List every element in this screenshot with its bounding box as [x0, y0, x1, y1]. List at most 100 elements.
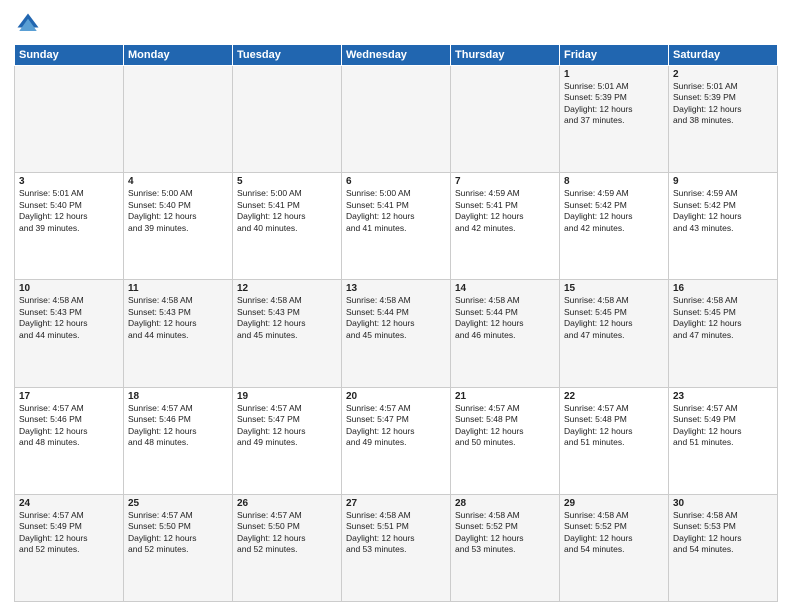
day-cell: 23Sunrise: 4:57 AM Sunset: 5:49 PM Dayli… [669, 387, 778, 494]
day-info: Sunrise: 4:58 AM Sunset: 5:51 PM Dayligh… [346, 510, 446, 556]
calendar-body: 1 Sunrise: 5:01 AM Sunset: 5:39 PM Daylig… [15, 66, 778, 602]
day-number: 14 [455, 283, 555, 294]
day-number: 1 [564, 69, 664, 80]
day-cell: 20Sunrise: 4:57 AM Sunset: 5:47 PM Dayli… [342, 387, 451, 494]
week-row-4: 17Sunrise: 4:57 AM Sunset: 5:46 PM Dayli… [15, 387, 778, 494]
day-cell: 16Sunrise: 4:58 AM Sunset: 5:45 PM Dayli… [669, 280, 778, 387]
day-info: Sunrise: 4:58 AM Sunset: 5:44 PM Dayligh… [346, 295, 446, 341]
week-row-3: 10Sunrise: 4:58 AM Sunset: 5:43 PM Dayli… [15, 280, 778, 387]
week-row-5: 24Sunrise: 4:57 AM Sunset: 5:49 PM Dayli… [15, 494, 778, 601]
day-number: 26 [237, 498, 337, 509]
day-info: Sunrise: 5:01 AM Sunset: 5:40 PM Dayligh… [19, 188, 119, 234]
day-info: Sunrise: 5:00 AM Sunset: 5:41 PM Dayligh… [346, 188, 446, 234]
day-cell [124, 66, 233, 173]
day-info: Sunrise: 4:57 AM Sunset: 5:50 PM Dayligh… [237, 510, 337, 556]
day-number: 3 [19, 176, 119, 187]
day-cell: 15Sunrise: 4:58 AM Sunset: 5:45 PM Dayli… [560, 280, 669, 387]
calendar: SundayMondayTuesdayWednesdayThursdayFrid… [14, 44, 778, 602]
day-cell: 10Sunrise: 4:58 AM Sunset: 5:43 PM Dayli… [15, 280, 124, 387]
day-cell: 24Sunrise: 4:57 AM Sunset: 5:49 PM Dayli… [15, 494, 124, 601]
week-row-1: 1 Sunrise: 5:01 AM Sunset: 5:39 PM Daylig… [15, 66, 778, 173]
day-number: 16 [673, 283, 773, 294]
day-number: 6 [346, 176, 446, 187]
day-number: 7 [455, 176, 555, 187]
day-info: Sunrise: 4:58 AM Sunset: 5:43 PM Dayligh… [128, 295, 228, 341]
day-cell: 28Sunrise: 4:58 AM Sunset: 5:52 PM Dayli… [451, 494, 560, 601]
day-cell: 11Sunrise: 4:58 AM Sunset: 5:43 PM Dayli… [124, 280, 233, 387]
day-cell: 8Sunrise: 4:59 AM Sunset: 5:42 PM Daylig… [560, 173, 669, 280]
day-info: Sunrise: 4:57 AM Sunset: 5:49 PM Dayligh… [673, 403, 773, 449]
day-info: Sunrise: 4:57 AM Sunset: 5:46 PM Dayligh… [19, 403, 119, 449]
day-info: Sunrise: 4:57 AM Sunset: 5:50 PM Dayligh… [128, 510, 228, 556]
day-number: 27 [346, 498, 446, 509]
day-cell: 3Sunrise: 5:01 AM Sunset: 5:40 PM Daylig… [15, 173, 124, 280]
day-info: Sunrise: 4:57 AM Sunset: 5:47 PM Dayligh… [346, 403, 446, 449]
day-info: Sunrise: 4:57 AM Sunset: 5:46 PM Dayligh… [128, 403, 228, 449]
day-cell: 19Sunrise: 4:57 AM Sunset: 5:47 PM Dayli… [233, 387, 342, 494]
day-info: Sunrise: 4:58 AM Sunset: 5:44 PM Dayligh… [455, 295, 555, 341]
day-cell [342, 66, 451, 173]
header-day-sunday: Sunday [15, 45, 124, 66]
day-info: Sunrise: 4:58 AM Sunset: 5:45 PM Dayligh… [564, 295, 664, 341]
day-info: Sunrise: 4:58 AM Sunset: 5:43 PM Dayligh… [237, 295, 337, 341]
day-number: 13 [346, 283, 446, 294]
day-cell: 7Sunrise: 4:59 AM Sunset: 5:41 PM Daylig… [451, 173, 560, 280]
day-cell: 21Sunrise: 4:57 AM Sunset: 5:48 PM Dayli… [451, 387, 560, 494]
day-number: 5 [237, 176, 337, 187]
logo [14, 10, 46, 38]
day-info: Sunrise: 4:58 AM Sunset: 5:53 PM Dayligh… [673, 510, 773, 556]
calendar-header: SundayMondayTuesdayWednesdayThursdayFrid… [15, 45, 778, 66]
day-cell: 5Sunrise: 5:00 AM Sunset: 5:41 PM Daylig… [233, 173, 342, 280]
day-cell: 14Sunrise: 4:58 AM Sunset: 5:44 PM Dayli… [451, 280, 560, 387]
day-number: 30 [673, 498, 773, 509]
day-info: Sunrise: 5:00 AM Sunset: 5:40 PM Dayligh… [128, 188, 228, 234]
day-info: Sunrise: 4:59 AM Sunset: 5:42 PM Dayligh… [564, 188, 664, 234]
day-number: 8 [564, 176, 664, 187]
day-cell [233, 66, 342, 173]
day-number: 25 [128, 498, 228, 509]
header-day-tuesday: Tuesday [233, 45, 342, 66]
day-info: Sunrise: 4:58 AM Sunset: 5:43 PM Dayligh… [19, 295, 119, 341]
day-cell: 1Sunrise: 5:01 AM Sunset: 5:39 PM Daylig… [560, 66, 669, 173]
day-info: Sunrise: 5:01 AM Sunset: 5:39 PM Dayligh… [673, 81, 773, 127]
day-cell [451, 66, 560, 173]
day-number: 22 [564, 391, 664, 402]
day-number: 2 [673, 69, 773, 80]
day-number: 20 [346, 391, 446, 402]
day-number: 29 [564, 498, 664, 509]
day-number: 10 [19, 283, 119, 294]
header-day-friday: Friday [560, 45, 669, 66]
day-cell: 13Sunrise: 4:58 AM Sunset: 5:44 PM Dayli… [342, 280, 451, 387]
day-cell: 6Sunrise: 5:00 AM Sunset: 5:41 PM Daylig… [342, 173, 451, 280]
day-number: 15 [564, 283, 664, 294]
day-info: Sunrise: 4:57 AM Sunset: 5:48 PM Dayligh… [455, 403, 555, 449]
logo-icon [14, 10, 42, 38]
header-day-monday: Monday [124, 45, 233, 66]
day-info: Sunrise: 4:57 AM Sunset: 5:49 PM Dayligh… [19, 510, 119, 556]
day-cell: 18Sunrise: 4:57 AM Sunset: 5:46 PM Dayli… [124, 387, 233, 494]
day-number: 9 [673, 176, 773, 187]
day-info: Sunrise: 4:58 AM Sunset: 5:45 PM Dayligh… [673, 295, 773, 341]
day-cell [15, 66, 124, 173]
day-number: 4 [128, 176, 228, 187]
day-number: 12 [237, 283, 337, 294]
day-number: 19 [237, 391, 337, 402]
day-info: Sunrise: 4:58 AM Sunset: 5:52 PM Dayligh… [455, 510, 555, 556]
day-info: Sunrise: 5:00 AM Sunset: 5:41 PM Dayligh… [237, 188, 337, 234]
day-cell: 12Sunrise: 4:58 AM Sunset: 5:43 PM Dayli… [233, 280, 342, 387]
day-cell: 17Sunrise: 4:57 AM Sunset: 5:46 PM Dayli… [15, 387, 124, 494]
header [14, 10, 778, 38]
header-day-thursday: Thursday [451, 45, 560, 66]
day-cell: 30Sunrise: 4:58 AM Sunset: 5:53 PM Dayli… [669, 494, 778, 601]
day-cell: 2Sunrise: 5:01 AM Sunset: 5:39 PM Daylig… [669, 66, 778, 173]
day-number: 21 [455, 391, 555, 402]
day-cell: 26Sunrise: 4:57 AM Sunset: 5:50 PM Dayli… [233, 494, 342, 601]
day-cell: 9Sunrise: 4:59 AM Sunset: 5:42 PM Daylig… [669, 173, 778, 280]
header-day-wednesday: Wednesday [342, 45, 451, 66]
day-info: Sunrise: 4:59 AM Sunset: 5:42 PM Dayligh… [673, 188, 773, 234]
day-number: 11 [128, 283, 228, 294]
day-cell: 25Sunrise: 4:57 AM Sunset: 5:50 PM Dayli… [124, 494, 233, 601]
week-row-2: 3Sunrise: 5:01 AM Sunset: 5:40 PM Daylig… [15, 173, 778, 280]
day-info: Sunrise: 4:58 AM Sunset: 5:52 PM Dayligh… [564, 510, 664, 556]
day-info: Sunrise: 4:57 AM Sunset: 5:47 PM Dayligh… [237, 403, 337, 449]
